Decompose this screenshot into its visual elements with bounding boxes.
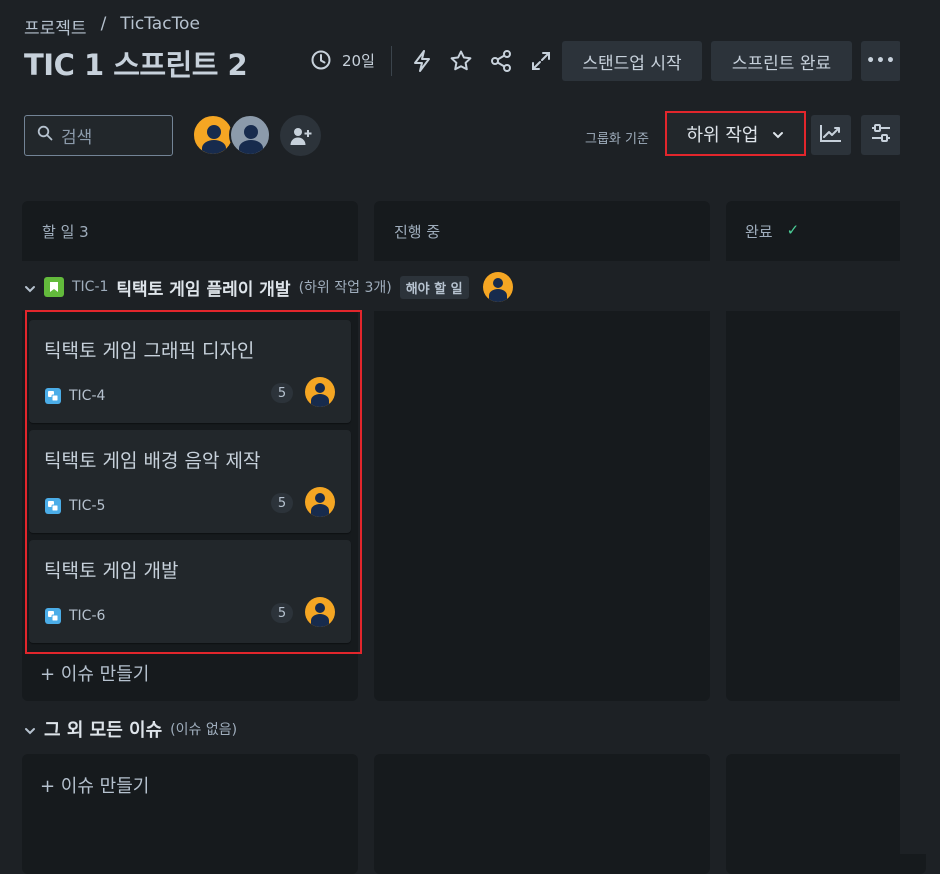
column-header-todo: 할 일 3 [42, 223, 89, 241]
view-settings-button[interactable] [861, 115, 901, 155]
story-points: 5 [271, 383, 293, 403]
issue-card[interactable]: 틱택토 게임 그래픽 디자인 TIC-4 5 [29, 320, 351, 423]
subtask-icon [45, 388, 61, 404]
breadcrumb-separator: / [100, 14, 107, 34]
story-points: 5 [271, 493, 293, 513]
avatar[interactable] [305, 487, 335, 517]
group-by-label: 그룹화 기준 [585, 132, 649, 147]
story-icon [44, 277, 64, 297]
share-icon[interactable] [486, 46, 516, 76]
avatar[interactable] [305, 377, 335, 407]
create-issue-button[interactable]: + 이슈 만들기 [40, 660, 149, 686]
column-header-in-progress: 진행 중 [394, 223, 441, 241]
avatar[interactable] [229, 114, 271, 156]
swimlane-header[interactable]: TIC-1 틱택토 게임 플레이 개발 (하위 작업 3개) 해야 할 일 [24, 272, 513, 302]
expand-icon[interactable] [526, 46, 556, 76]
chevron-down-icon[interactable] [24, 720, 36, 739]
subtask-icon [45, 608, 61, 624]
avatar[interactable] [305, 597, 335, 627]
view-settings-icon [870, 123, 892, 147]
column-header-done: 완료 ✓ [745, 221, 799, 242]
breadcrumb: 프로젝트 / TicTacToe [24, 14, 200, 39]
card-key[interactable]: TIC-5 [69, 498, 105, 514]
group-by-select[interactable]: 하위 작업 [665, 111, 806, 156]
card-title: 틱택토 게임 그래픽 디자인 [44, 340, 255, 362]
other-issues-header[interactable]: 그 외 모든 이슈 (이슈 없음) [24, 716, 237, 742]
create-issue-button[interactable]: + 이슈 만들기 [40, 772, 149, 798]
breadcrumb-projects-link[interactable]: 프로젝트 [24, 14, 87, 39]
chevron-down-icon [772, 123, 784, 144]
more-actions-button[interactable]: ••• [861, 41, 901, 81]
group-by-value: 하위 작업 [686, 124, 759, 146]
other-issues-title: 그 외 모든 이슈 [44, 720, 163, 741]
card-footer: TIC-4 [45, 388, 105, 404]
column-in-progress [374, 754, 710, 874]
toolbar-divider [391, 46, 392, 76]
lightning-icon[interactable] [407, 46, 437, 76]
clock-icon [306, 45, 336, 75]
swimlane-key[interactable]: TIC-1 [72, 279, 108, 295]
status-badge: 해야 할 일 [399, 275, 469, 299]
star-icon[interactable] [446, 46, 476, 76]
search-input[interactable]: 검색 [24, 115, 173, 156]
issue-card[interactable]: 틱택토 게임 배경 음악 제작 TIC-5 5 [29, 430, 351, 533]
chevron-down-icon[interactable] [24, 278, 36, 297]
standup-button[interactable]: 스탠드업 시작 [562, 41, 702, 81]
avatar[interactable] [192, 114, 234, 156]
page-title: TIC 1 스프린트 2 [24, 48, 248, 82]
card-footer: TIC-5 [45, 498, 105, 514]
insights-button[interactable] [811, 115, 851, 155]
search-icon [37, 125, 53, 146]
insights-icon [819, 123, 843, 147]
card-key[interactable]: TIC-4 [69, 388, 105, 404]
swimlane-title[interactable]: 틱택토 게임 플레이 개발 [116, 275, 290, 300]
card-key[interactable]: TIC-6 [69, 608, 105, 624]
days-remaining: 20일 [342, 51, 375, 70]
column-done-label: 완료 [745, 223, 773, 241]
board-scroll-edge [900, 0, 940, 854]
story-points: 5 [271, 603, 293, 623]
issue-card[interactable]: 틱택토 게임 개발 TIC-6 5 [29, 540, 351, 643]
breadcrumb-project-link[interactable]: TicTacToe [120, 14, 200, 39]
card-title: 틱택토 게임 배경 음악 제작 [44, 450, 261, 472]
sprint-days: 20일 [306, 45, 375, 75]
complete-sprint-button[interactable]: 스프린트 완료 [711, 41, 852, 81]
other-issues-count: (이슈 없음) [170, 722, 238, 738]
subtask-icon [45, 498, 61, 514]
column-done [726, 754, 926, 874]
card-title: 틱택토 게임 개발 [44, 560, 179, 582]
add-person-icon[interactable] [280, 115, 321, 156]
subtask-count: (하위 작업 3개) [298, 280, 392, 296]
check-icon: ✓ [786, 221, 800, 239]
card-footer: TIC-6 [45, 608, 105, 624]
avatar[interactable] [482, 272, 513, 302]
search-placeholder: 검색 [61, 128, 93, 148]
